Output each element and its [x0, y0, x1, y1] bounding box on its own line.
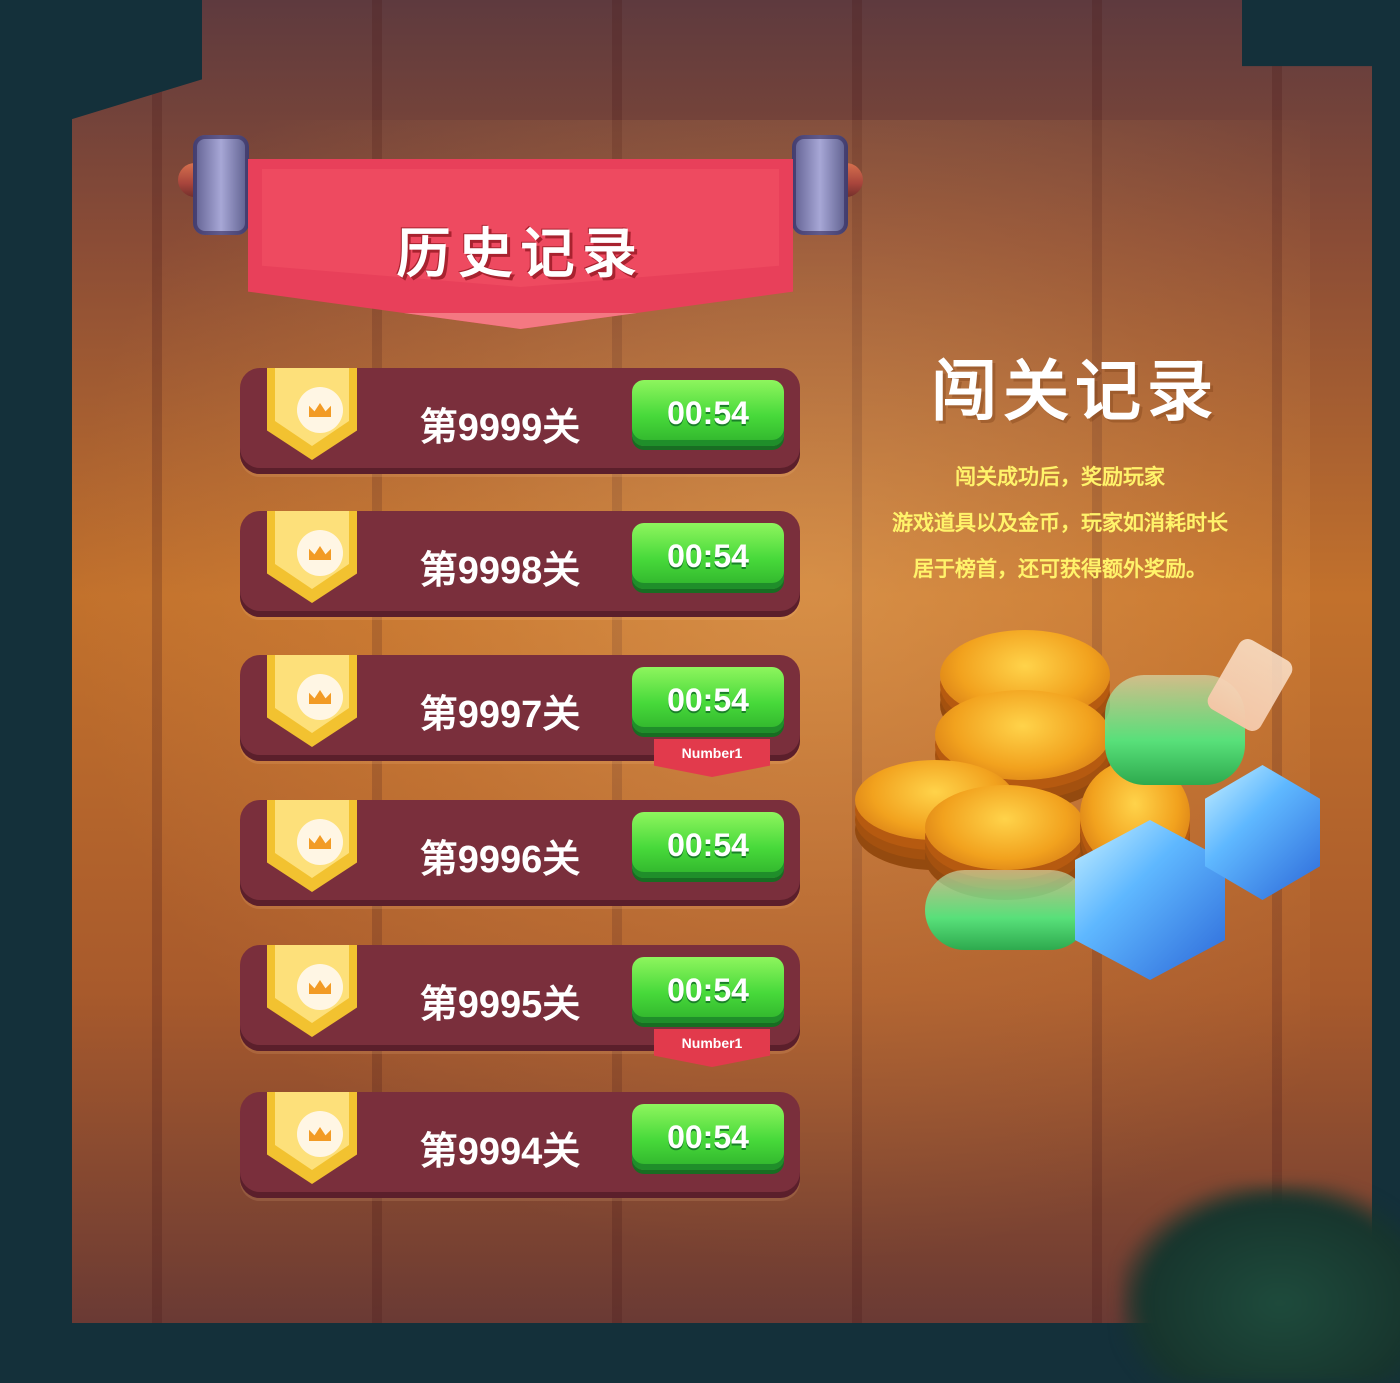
treasure-pile-illustration [835, 620, 1335, 990]
time-value: 00:54 [667, 681, 749, 718]
crown-icon [309, 980, 331, 994]
crown-coin [297, 964, 343, 1010]
medal-icon [267, 655, 357, 747]
time-button[interactable]: 00:54 [632, 812, 784, 878]
coin-icon [925, 785, 1085, 870]
crown-coin [297, 387, 343, 433]
crown-icon [309, 403, 331, 417]
level-label: 第9995关 [419, 984, 581, 1026]
record-row[interactable]: 第9995关 00:54 Number1 [240, 945, 800, 1067]
page-title: 历史记录 [396, 224, 645, 284]
crown-icon [309, 690, 331, 704]
crown-coin [297, 819, 343, 865]
history-banner: 历史记录 [178, 135, 863, 345]
time-button[interactable]: 00:54 [632, 957, 784, 1023]
record-row[interactable]: 第9996关 00:54 [240, 800, 800, 906]
description-line: 游戏道具以及金币，玩家如消耗时长 [892, 512, 1228, 535]
medal-icon [267, 368, 357, 460]
side-title: 闯关记录 [931, 354, 1219, 428]
record-row[interactable]: 第9997关 00:54 Number1 [240, 655, 800, 777]
reward-description: 闯关成功后，奖励玩家 游戏道具以及金币，玩家如消耗时长 居于榜首，还可获得额外奖… [860, 455, 1260, 593]
time-value: 00:54 [667, 1118, 749, 1155]
time-value: 00:54 [667, 826, 749, 863]
time-value: 00:54 [667, 537, 749, 574]
medal-icon [267, 945, 357, 1037]
medal-icon [267, 800, 357, 892]
crown-coin [297, 1111, 343, 1157]
scroll-cap-left [193, 135, 249, 235]
crown-coin [297, 674, 343, 720]
time-button[interactable]: 00:54 [632, 1104, 784, 1170]
foliage-decoration [1120, 1183, 1400, 1383]
medal-icon [267, 1092, 357, 1184]
scroll-cap-right [792, 135, 848, 235]
potion-icon [925, 870, 1090, 950]
crown-icon [309, 1127, 331, 1141]
crown-coin [297, 530, 343, 576]
level-label: 第9998关 [419, 550, 581, 592]
crown-icon [309, 835, 331, 849]
rank-badge-label: Number1 [681, 1035, 743, 1051]
crown-icon [309, 546, 331, 560]
level-label: 第9996关 [419, 839, 581, 881]
medal-icon [267, 511, 357, 603]
time-button[interactable]: 00:54 [632, 667, 784, 733]
time-button[interactable]: 00:54 [632, 523, 784, 589]
description-line: 居于榜首，还可获得额外奖励。 [913, 558, 1207, 581]
level-label: 第9997关 [419, 694, 581, 736]
record-row[interactable]: 第9994关 00:54 [240, 1092, 800, 1198]
record-row[interactable]: 第9999关 00:54 [240, 368, 800, 474]
description-line: 闯关成功后，奖励玩家 [955, 466, 1165, 489]
record-row[interactable]: 第9998关 00:54 [240, 511, 800, 617]
time-value: 00:54 [667, 394, 749, 431]
rank-badge-label: Number1 [681, 745, 743, 761]
time-value: 00:54 [667, 971, 749, 1008]
level-label: 第9994关 [419, 1131, 581, 1173]
time-button[interactable]: 00:54 [632, 380, 784, 446]
level-label: 第9999关 [419, 407, 581, 449]
